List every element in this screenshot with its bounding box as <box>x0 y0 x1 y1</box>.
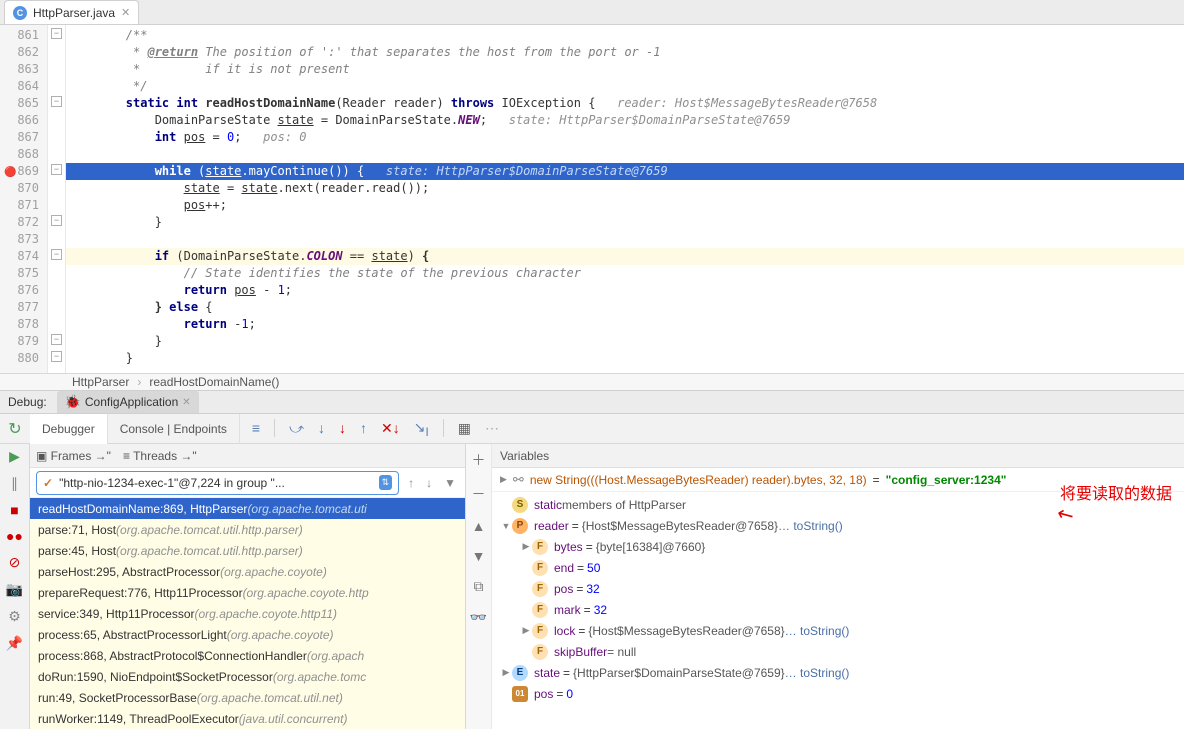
close-icon[interactable]: ✕ <box>121 6 130 19</box>
frame-item[interactable]: doRun:1590, NioEndpoint$SocketProcessor … <box>30 666 465 687</box>
force-step-into-icon[interactable]: ↓ <box>339 420 346 436</box>
frames-list[interactable]: readHostDomainName:869, HttpParser (org.… <box>30 498 465 729</box>
chevron-right-icon: › <box>137 375 141 389</box>
debug-body: ▶ ∥ ■ ●● ⊘ 📷 ⚙ 📌 ▣ Frames →" ≡ Threads →… <box>0 444 1184 729</box>
expand-icon[interactable]: ▶ <box>500 474 507 485</box>
frame-item[interactable]: readHostDomainName:869, HttpParser (org.… <box>30 498 465 519</box>
close-icon[interactable]: ✕ <box>182 397 190 408</box>
step-into-icon[interactable]: ↓ <box>318 420 325 436</box>
vars-toolbar: ＋ － ▲ ▼ ⧉ 👓 <box>466 444 492 729</box>
add-watch-icon[interactable]: ＋ <box>472 450 486 470</box>
step-over-icon[interactable]: ⤻ <box>289 420 304 437</box>
variable-row[interactable]: ▶Estate = {HttpParser$DomainParseState@7… <box>492 662 1184 683</box>
settings-icon[interactable]: ≡ <box>252 420 260 436</box>
check-icon: ✓ <box>43 476 53 490</box>
threads-tab[interactable]: ≡ Threads →" <box>123 449 197 463</box>
debug-label: Debug: <box>8 395 47 409</box>
debug-left-toolbar: ▶ ∥ ■ ●● ⊘ 📷 ⚙ 📌 <box>0 444 30 729</box>
settings-icon[interactable]: ⚙ <box>8 608 21 625</box>
more-icon[interactable]: ⋯ <box>485 420 499 437</box>
breadcrumb-class[interactable]: HttpParser <box>72 375 129 389</box>
filter-icon[interactable]: ▼ <box>441 476 459 490</box>
code-area[interactable]: /** * @return The position of ':' that s… <box>66 25 1184 373</box>
glasses-icon[interactable]: 👓 <box>470 609 487 626</box>
annotation-text: 将要读取的数据 <box>1060 480 1172 504</box>
pin-icon[interactable]: 📌 <box>6 635 23 652</box>
editor-tab-bar: C HttpParser.java ✕ <box>0 0 1184 25</box>
debug-config-tab[interactable]: 🐞 ConfigApplication ✕ <box>57 391 199 413</box>
breadcrumb-method[interactable]: readHostDomainName() <box>149 375 279 389</box>
variables-panel: Variables ▶ ⚯ new String(((Host.MessageB… <box>492 444 1184 729</box>
stop-icon[interactable]: ■ <box>10 502 18 518</box>
tab-console[interactable]: Console | Endpoints <box>108 414 240 444</box>
debug-toolbar: ↻ Debugger Console | Endpoints ≡ ⤻ ↓ ↓ ↑… <box>0 414 1184 444</box>
file-tab-label: HttpParser.java <box>33 6 115 20</box>
camera-icon[interactable]: 📷 <box>6 581 23 598</box>
step-out-icon[interactable]: ↑ <box>360 420 367 436</box>
frame-item[interactable]: parseHost:295, AbstractProcessor (org.ap… <box>30 561 465 582</box>
breadcrumb[interactable]: HttpParser › readHostDomainName() <box>0 373 1184 390</box>
variable-row[interactable]: FskipBuffer = null <box>492 641 1184 662</box>
rerun-icon[interactable]: ↻ <box>8 419 21 439</box>
glasses-icon: ⚯ <box>513 472 524 488</box>
drop-frame-icon[interactable]: ✕↓ <box>381 420 400 437</box>
frame-item[interactable]: parse:71, Host (org.apache.tomcat.util.h… <box>30 519 465 540</box>
frame-item[interactable]: runWorker:1149, ThreadPoolExecutor (java… <box>30 708 465 729</box>
variables-header: Variables <box>492 444 1184 468</box>
thread-name: "http-nio-1234-exec-1"@7,224 in group ".… <box>59 476 285 490</box>
watch-value: "config_server:1234" <box>886 473 1007 487</box>
frame-item[interactable]: service:349, Http11Processor (org.apache… <box>30 603 465 624</box>
up-icon[interactable]: ▲ <box>472 518 486 534</box>
run-to-cursor-icon[interactable]: ↘I <box>414 419 429 439</box>
file-tab[interactable]: C HttpParser.java ✕ <box>4 0 139 24</box>
variable-row[interactable]: ▶Flock = {Host$MessageBytesReader@7658} … <box>492 620 1184 641</box>
java-class-icon: C <box>13 6 27 20</box>
frame-item[interactable]: process:65, AbstractProcessorLight (org.… <box>30 624 465 645</box>
bug-icon: 🐞 <box>65 394 81 410</box>
editor[interactable]: 861862863864865866867868🔴869870871872873… <box>0 25 1184 373</box>
variable-row[interactable]: Fmark = 32 <box>492 599 1184 620</box>
variable-row[interactable]: ▶Fbytes = {byte[16384]@7660} <box>492 536 1184 557</box>
tab-debugger[interactable]: Debugger <box>30 414 108 444</box>
frames-panel: ▣ Frames →" ≡ Threads →" ✓ "http-nio-123… <box>30 444 466 729</box>
mute-breakpoints-icon[interactable]: ⊘ <box>9 554 21 571</box>
pause-icon[interactable]: ∥ <box>11 475 18 492</box>
debug-header: Debug: 🐞 ConfigApplication ✕ <box>0 390 1184 414</box>
remove-watch-icon[interactable]: － <box>472 484 486 504</box>
thread-selector[interactable]: ✓ "http-nio-1234-exec-1"@7,224 in group … <box>36 471 399 495</box>
variable-row[interactable]: ▼Preader = {Host$MessageBytesReader@7658… <box>492 515 1184 536</box>
next-frame-icon[interactable]: ↓ <box>423 476 435 490</box>
fold-column: −−−−−−− <box>48 25 66 373</box>
debug-config-name: ConfigApplication <box>85 395 178 409</box>
variable-row[interactable]: Fpos = 32 <box>492 578 1184 599</box>
frame-item[interactable]: run:49, SocketProcessorBase (org.apache.… <box>30 687 465 708</box>
evaluate-icon[interactable]: ▦ <box>458 420 471 437</box>
copy-icon[interactable]: ⧉ <box>474 578 484 595</box>
frame-item[interactable]: prepareRequest:776, Http11Processor (org… <box>30 582 465 603</box>
frame-item[interactable]: process:868, AbstractProtocol$Connection… <box>30 645 465 666</box>
frames-tab[interactable]: ▣ Frames →" <box>36 449 111 463</box>
updown-icon: ⇅ <box>379 475 393 490</box>
resume-icon[interactable]: ▶ <box>9 448 20 465</box>
variable-row[interactable]: Fend = 50 <box>492 557 1184 578</box>
down-icon[interactable]: ▼ <box>472 548 486 564</box>
view-breakpoints-icon[interactable]: ●● <box>6 528 23 544</box>
watch-expr-text: new String(((Host.MessageBytesReader) re… <box>530 473 867 487</box>
prev-frame-icon[interactable]: ↑ <box>405 476 417 490</box>
variable-row[interactable]: 01pos = 0 <box>492 683 1184 704</box>
frame-item[interactable]: parse:45, Host (org.apache.tomcat.util.h… <box>30 540 465 561</box>
variables-tree[interactable]: Sstatic members of HttpParser▼Preader = … <box>492 492 1184 729</box>
line-gutter: 861862863864865866867868🔴869870871872873… <box>0 25 48 373</box>
